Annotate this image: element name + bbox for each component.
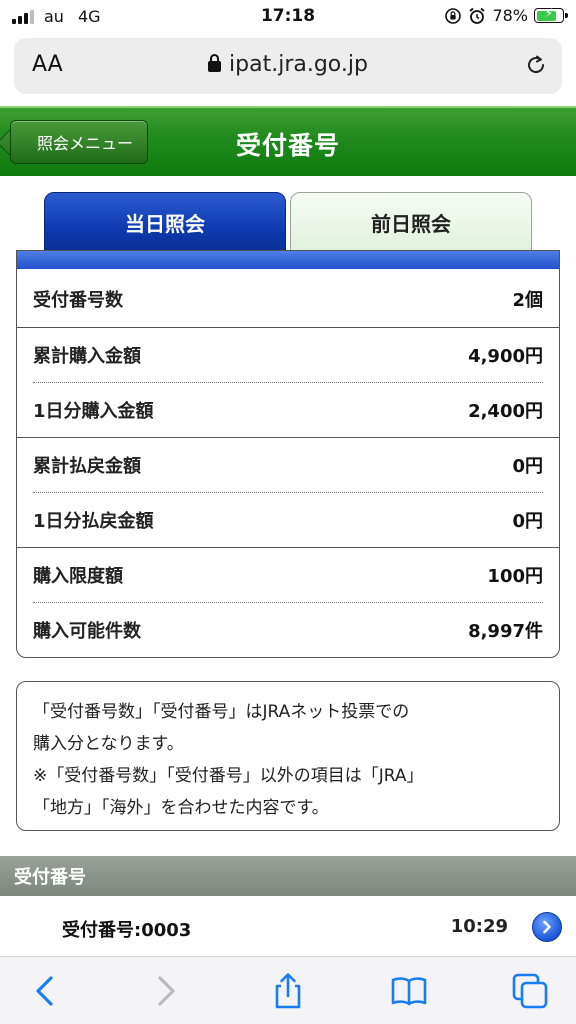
summary-value: 100円 — [487, 565, 543, 587]
summary-value: 8,997件 — [468, 620, 543, 642]
forward-arrow-icon[interactable] — [145, 971, 185, 1011]
summary-value: 2個 — [512, 289, 543, 311]
back-wrap: 照会メニュー — [0, 108, 160, 178]
receipt-detail-button[interactable] — [532, 912, 562, 942]
summary-value: 4,900円 — [468, 345, 543, 367]
summary-value: 0円 — [512, 510, 543, 532]
tab-today[interactable]: 当日照会 — [44, 192, 286, 252]
browser-toolbar — [0, 956, 576, 1024]
status-bar: au 4G 17:18 78% ⚡ — [0, 0, 576, 34]
note-line: 「受付番号数」「受付番号」はJRAネット投票での — [33, 702, 410, 722]
summary-card: 受付番号数 2個 累計購入金額 4,900円 1日分購入金額 2,400円 累計… — [16, 250, 560, 658]
summary-row-receipt-count: 受付番号数 2個 — [17, 271, 559, 326]
tabs-icon[interactable] — [510, 971, 550, 1011]
battery-icon: ⚡ — [534, 6, 568, 23]
summary-value: 0円 — [512, 455, 543, 477]
status-right: 78% ⚡ — [444, 6, 568, 25]
page-header: 照会メニュー 受付番号 — [0, 106, 576, 176]
back-arrow-icon[interactable] — [26, 971, 66, 1011]
summary-label: 1日分払戻金額 — [33, 510, 154, 532]
summary-row-available-count: 購入可能件数 8,997件 — [17, 602, 559, 657]
address-bar[interactable]: AA ipat.jra.go.jp — [14, 38, 562, 94]
battery-percent: 78% — [492, 6, 528, 25]
summary-row-daily-purchase: 1日分購入金額 2,400円 — [17, 382, 559, 437]
note-line: ※「受付番号数」「受付番号」以外の項目は「JRA」 — [33, 766, 424, 786]
summary-label: 累計払戻金額 — [33, 455, 141, 477]
summary-label: 購入可能件数 — [33, 620, 141, 642]
back-button[interactable]: 照会メニュー — [10, 120, 148, 164]
summary-label: 購入限度額 — [33, 565, 123, 587]
summary-label: 累計購入金額 — [33, 345, 141, 367]
summary-label: 1日分購入金額 — [33, 400, 154, 422]
tab-previous-day[interactable]: 前日照会 — [290, 192, 532, 252]
receipt-number: 受付番号:0003 — [62, 920, 192, 941]
summary-row-total-purchase: 累計購入金額 4,900円 — [17, 327, 559, 382]
note-box: 「受付番号数」「受付番号」はJRAネット投票での 購入分となります。 ※「受付番… — [16, 681, 560, 831]
charging-bolt-icon: ⚡ — [544, 6, 554, 20]
note-line: 「地方」「海外」を合わせた内容です。 — [33, 798, 329, 818]
chevron-right-icon — [543, 920, 551, 934]
reload-icon[interactable] — [524, 53, 548, 77]
summary-row-total-payout: 累計払戻金額 0円 — [17, 437, 559, 492]
receipt-time: 10:29 — [450, 916, 508, 937]
share-icon[interactable] — [268, 971, 308, 1011]
note-line: 購入分となります。 — [33, 734, 184, 754]
summary-value: 2,400円 — [468, 400, 543, 422]
alarm-icon — [469, 7, 486, 24]
bookmarks-icon[interactable] — [389, 971, 429, 1011]
receipt-row[interactable]: 受付番号:0003 10:29 — [0, 898, 576, 956]
card-top-bar — [17, 251, 559, 269]
url-text: ipat.jra.go.jp — [229, 52, 368, 77]
rotation-lock-icon — [445, 7, 462, 24]
url-field[interactable]: ipat.jra.go.jp — [14, 52, 562, 77]
summary-label: 受付番号数 — [33, 289, 123, 311]
summary-row-daily-payout: 1日分払戻金額 0円 — [17, 492, 559, 547]
section-header: 受付番号 — [0, 856, 576, 896]
lock-icon — [208, 54, 222, 72]
summary-row-purchase-limit: 購入限度額 100円 — [17, 547, 559, 602]
